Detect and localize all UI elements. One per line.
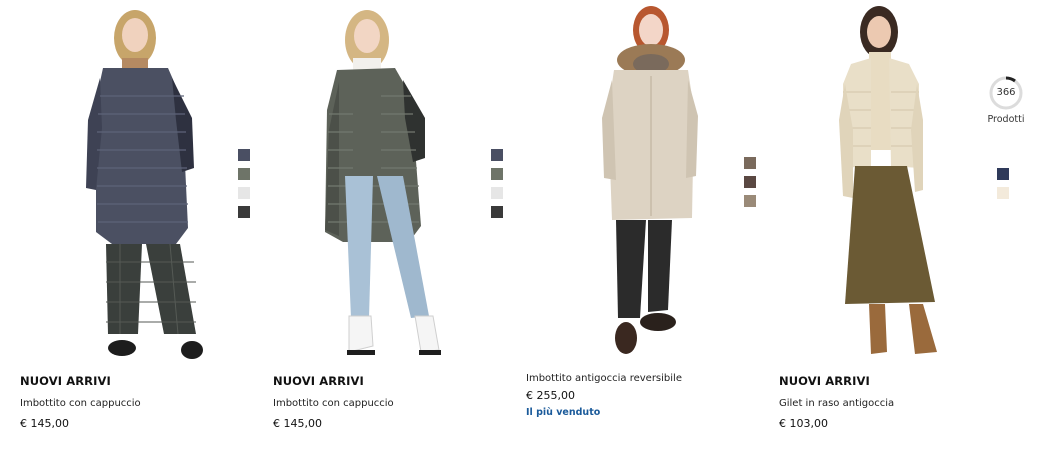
product-info: NUOVI ARRIVI Imbottito con cappuccio € 1… bbox=[273, 374, 503, 431]
color-swatches bbox=[997, 168, 1009, 199]
product-price: € 103,00 bbox=[779, 417, 828, 430]
product-name[interactable]: Gilet in raso antigoccia bbox=[779, 397, 1009, 410]
product-photo[interactable] bbox=[0, 0, 253, 365]
color-swatch[interactable] bbox=[238, 187, 250, 199]
color-swatch[interactable] bbox=[238, 149, 250, 161]
product-card[interactable]: NUOVI ARRIVI Imbottito con cappuccio € 1… bbox=[253, 0, 506, 449]
color-swatches bbox=[744, 157, 756, 207]
product-price: € 255,00 bbox=[526, 389, 575, 402]
product-photo[interactable] bbox=[253, 0, 506, 365]
product-card[interactable]: NUOVI ARRIVI Imbottito con cappuccio € 1… bbox=[0, 0, 253, 449]
product-name[interactable]: Imbottito con cappuccio bbox=[273, 397, 503, 410]
product-card[interactable]: NUOVI ARRIVI Gilet in raso antigoccia € … bbox=[759, 0, 1012, 449]
color-swatches bbox=[238, 149, 250, 218]
product-photo[interactable] bbox=[506, 0, 759, 365]
product-name[interactable]: Imbottito con cappuccio bbox=[20, 397, 250, 410]
color-swatch[interactable] bbox=[744, 157, 756, 169]
color-swatches bbox=[491, 149, 503, 218]
color-swatch[interactable] bbox=[997, 187, 1009, 199]
color-swatch[interactable] bbox=[997, 168, 1009, 180]
color-swatch[interactable] bbox=[744, 195, 756, 207]
product-count: 366 bbox=[996, 87, 1016, 98]
new-arrivals-label: NUOVI ARRIVI bbox=[779, 374, 870, 388]
product-info: NUOVI ARRIVI Imbottito con cappuccio € 1… bbox=[20, 374, 250, 431]
color-swatch[interactable] bbox=[491, 149, 503, 161]
color-swatch[interactable] bbox=[491, 187, 503, 199]
product-count-label: Prodotti bbox=[987, 114, 1025, 125]
color-swatch[interactable] bbox=[491, 168, 503, 180]
bestseller-badge: Il più venduto bbox=[526, 407, 601, 418]
color-swatch[interactable] bbox=[238, 206, 250, 218]
product-info: NUOVI ARRIVI Gilet in raso antigoccia € … bbox=[779, 374, 1009, 431]
product-counter: 366 Prodotti bbox=[985, 75, 1027, 125]
product-card[interactable]: Imbottito antigoccia reversibile € 255,0… bbox=[506, 0, 759, 449]
color-swatch[interactable] bbox=[238, 168, 250, 180]
new-arrivals-label: NUOVI ARRIVI bbox=[273, 374, 364, 388]
product-price: € 145,00 bbox=[273, 417, 322, 430]
product-grid: NUOVI ARRIVI Imbottito con cappuccio € 1… bbox=[0, 0, 1048, 449]
product-price: € 145,00 bbox=[20, 417, 69, 430]
product-info: Imbottito antigoccia reversibile € 255,0… bbox=[526, 372, 756, 419]
product-name[interactable]: Imbottito antigoccia reversibile bbox=[526, 372, 756, 385]
color-swatch[interactable] bbox=[491, 206, 503, 218]
color-swatch[interactable] bbox=[744, 176, 756, 188]
product-photo[interactable] bbox=[759, 0, 1012, 365]
new-arrivals-label: NUOVI ARRIVI bbox=[20, 374, 111, 388]
counter-ring: 366 bbox=[988, 75, 1024, 111]
